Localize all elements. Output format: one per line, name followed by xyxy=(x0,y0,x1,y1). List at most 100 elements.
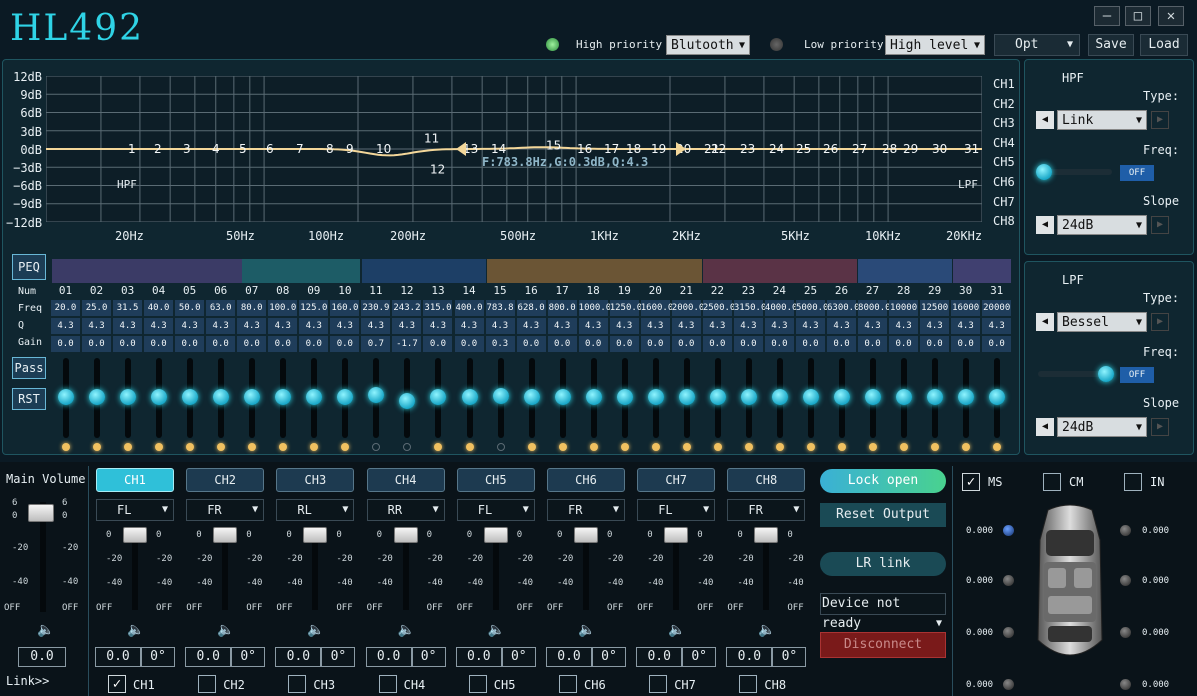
band-gain-cell[interactable]: 0.0 xyxy=(423,336,453,352)
band-marker-27[interactable]: 27 xyxy=(852,142,867,156)
band-freq-cell[interactable]: 25.0 xyxy=(82,300,112,316)
band-q-cell[interactable]: 4.3 xyxy=(733,318,763,334)
band-marker-23[interactable]: 23 xyxy=(740,142,755,156)
band-freq-cell[interactable]: 100.0 xyxy=(268,300,298,316)
band-slider-knob[interactable] xyxy=(492,388,509,405)
band-q-cell[interactable]: 4.3 xyxy=(299,318,329,334)
band-marker-19[interactable]: 19 xyxy=(651,142,666,156)
band-marker-4[interactable]: 4 xyxy=(212,142,220,156)
channel-fader-thumb[interactable] xyxy=(213,527,238,543)
band-freq-cell[interactable]: 2000.0 xyxy=(671,300,704,316)
band-enable-dot-on[interactable] xyxy=(651,443,660,451)
lpf-slope-next-button[interactable]: ▶ xyxy=(1151,418,1169,436)
band-marker-6[interactable]: 6 xyxy=(266,142,274,156)
band-gain-cell[interactable]: 0.0 xyxy=(516,336,546,352)
band-marker-1[interactable]: 1 xyxy=(128,142,136,156)
hpf-toggle[interactable]: OFF xyxy=(1120,165,1154,181)
band-slider-knob[interactable] xyxy=(616,389,633,405)
speaker-icon[interactable]: 🔈 xyxy=(127,622,144,638)
channel-position-select[interactable]: FL ▼ xyxy=(96,499,174,521)
band-q-cell[interactable]: 4.3 xyxy=(951,318,981,334)
band-freq-cell[interactable]: 12500 xyxy=(920,300,950,316)
band-gain-cell[interactable]: 0.0 xyxy=(795,336,825,352)
channel-list-item[interactable]: CH8 xyxy=(993,214,1015,228)
channel-volume-value[interactable]: 0.0 xyxy=(726,647,773,667)
delay-value-left[interactable]: 0.000 xyxy=(966,680,993,690)
lpf-slope-prev-button[interactable]: ◀ xyxy=(1036,418,1054,436)
speaker-icon[interactable]: 🔈 xyxy=(758,622,775,638)
channel-checkbox[interactable] xyxy=(649,675,668,693)
channel-tab-ch6[interactable]: CH6 xyxy=(547,468,625,492)
band-slider-knob[interactable] xyxy=(834,389,850,405)
speaker-position-icon[interactable] xyxy=(1003,679,1014,690)
speaker-icon[interactable]: 🔈 xyxy=(217,622,234,638)
band-q-cell[interactable]: 4.3 xyxy=(113,318,143,334)
band-gain-cell[interactable]: 0.0 xyxy=(268,336,298,352)
peq-button[interactable]: PEQ xyxy=(12,254,46,280)
channel-position-select[interactable]: FR ▼ xyxy=(547,499,625,521)
band-freq-cell[interactable]: 40.0 xyxy=(144,300,174,316)
band-gain-cell[interactable]: 0.0 xyxy=(206,336,236,352)
band-marker-22[interactable]: 22 xyxy=(711,142,726,156)
band-freq-cell[interactable]: 20.0 xyxy=(51,300,80,316)
band-enable-dot-off[interactable] xyxy=(496,443,505,451)
channel-position-select[interactable]: RR ▼ xyxy=(366,499,445,521)
band-slider-knob[interactable] xyxy=(89,389,106,405)
band-slider-knob[interactable] xyxy=(58,389,74,405)
channel-checkbox[interactable] xyxy=(739,675,758,693)
lpf-slope-select[interactable]: 24dB ▼ xyxy=(1057,417,1147,437)
band-q-cell[interactable]: 4.3 xyxy=(578,318,608,334)
channel-phase-value[interactable]: 0° xyxy=(141,647,175,667)
channel-list-item[interactable]: CH7 xyxy=(993,195,1015,209)
band-q-cell[interactable]: 4.3 xyxy=(547,318,577,334)
band-gain-cell[interactable]: 0.0 xyxy=(920,336,950,352)
main-volume-thumb[interactable] xyxy=(28,504,54,522)
band-enable-dot-on[interactable] xyxy=(93,443,102,451)
channel-tab-ch4[interactable]: CH4 xyxy=(366,468,445,492)
band-marker-24[interactable]: 24 xyxy=(769,142,784,156)
channel-list-item[interactable]: CH1 xyxy=(993,77,1015,91)
channel-phase-value[interactable]: 0° xyxy=(231,647,266,667)
band-q-cell[interactable]: 4.3 xyxy=(702,318,732,334)
speaker-position-icon[interactable] xyxy=(1120,525,1131,536)
speaker-icon[interactable]: 🔈 xyxy=(488,622,505,638)
channel-fader-thumb[interactable] xyxy=(574,527,598,543)
speaker-icon[interactable]: 🔈 xyxy=(668,622,685,638)
band-q-cell[interactable]: 4.3 xyxy=(268,318,298,334)
band-freq-cell[interactable]: 16000 xyxy=(951,300,981,316)
band-slider-knob[interactable] xyxy=(678,389,695,405)
opt-select[interactable]: Opt ▼ xyxy=(994,34,1080,56)
speaker-position-icon[interactable] xyxy=(1003,525,1014,536)
channel-fader-thumb[interactable] xyxy=(123,527,147,543)
lpf-type-select[interactable]: Bessel ▼ xyxy=(1057,312,1147,332)
channel-volume-value[interactable]: 0.0 xyxy=(455,647,502,667)
channel-phase-value[interactable]: 0° xyxy=(321,647,356,667)
band-enable-dot-on[interactable] xyxy=(62,443,70,451)
speaker-icon[interactable]: 🔈 xyxy=(398,622,415,638)
band-slider-knob[interactable] xyxy=(865,389,882,405)
speaker-icon[interactable]: 🔈 xyxy=(578,622,595,638)
minimize-button[interactable]: – xyxy=(1094,6,1120,26)
channel-tab-ch5[interactable]: CH5 xyxy=(456,468,535,492)
hpf-type-prev-button[interactable]: ◀ xyxy=(1036,111,1054,129)
ms-checkbox[interactable]: ✓ xyxy=(962,473,980,491)
channel-checkbox[interactable] xyxy=(288,675,307,693)
band-enable-dot-on[interactable] xyxy=(527,443,536,451)
band-gain-cell[interactable]: 0.0 xyxy=(733,336,763,352)
delay-value-right[interactable]: 0.000 xyxy=(1142,526,1169,536)
band-gain-cell[interactable]: 0.0 xyxy=(51,336,80,352)
channel-list-item[interactable]: CH6 xyxy=(993,175,1015,189)
channel-list-item[interactable]: CH5 xyxy=(993,155,1015,169)
band-marker-10[interactable]: 10 xyxy=(376,142,391,156)
lock-button[interactable]: Lock open xyxy=(820,469,946,493)
hpf-slope-prev-button[interactable]: ◀ xyxy=(1036,216,1054,234)
band-marker-26[interactable]: 26 xyxy=(823,142,838,156)
channel-position-select[interactable]: FR ▼ xyxy=(186,499,265,521)
band-marker-31[interactable]: 31 xyxy=(964,142,979,156)
channel-phase-value[interactable]: 0° xyxy=(592,647,626,667)
band-gain-cell[interactable]: 0.0 xyxy=(702,336,732,352)
band-slider-knob[interactable] xyxy=(927,389,944,405)
band-freq-cell[interactable]: 783.8 xyxy=(485,300,515,316)
channel-fader-thumb[interactable] xyxy=(664,527,689,543)
channel-fader-thumb[interactable] xyxy=(303,527,328,543)
